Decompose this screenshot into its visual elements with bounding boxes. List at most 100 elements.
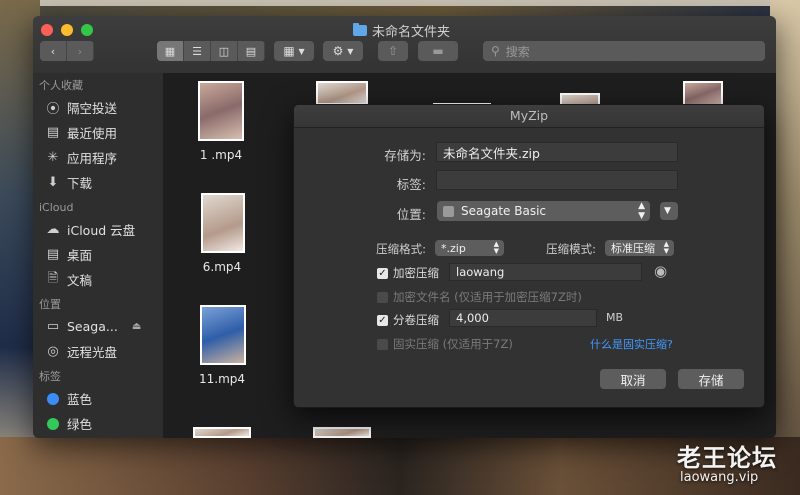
tags-label: 标签: — [396, 177, 426, 192]
eject-icon[interactable]: ⏏ — [132, 321, 141, 332]
desktop-icon: ▤ — [46, 247, 60, 262]
share-button[interactable]: ⇧ — [378, 41, 408, 61]
forward-button[interactable]: › — [67, 41, 94, 61]
document-icon: 🗎 — [47, 270, 59, 286]
gallery-view-icon[interactable]: ▤ — [238, 41, 265, 61]
checkmark-icon: ✓ — [377, 314, 388, 326]
tag-button[interactable]: ▬ — [418, 41, 458, 61]
sidebar-item-label: iCloud 云盘 — [67, 223, 136, 238]
list-view-icon[interactable]: ☰ — [184, 41, 211, 61]
save-button[interactable]: 存储 — [678, 369, 744, 389]
stepper-arrows-icon: ▲ ▼ — [663, 240, 669, 255]
sidebar-item-airdrop[interactable]: ⦿ 隔空投送 — [33, 95, 163, 120]
format-label: 压缩格式: — [376, 242, 426, 256]
favorites-header: 个人收藏 — [39, 79, 83, 92]
sidebar-item-icloud-drive[interactable]: ☁ iCloud 云盘 — [33, 217, 163, 242]
file-thumbnail[interactable] — [193, 427, 251, 438]
sidebar-item-label: 最近使用 — [67, 126, 118, 141]
search-icon: ⚲ — [491, 44, 500, 58]
encrypt-names-label: 加密文件名 (仅适用于加密压缩7Z时) — [393, 290, 582, 304]
cancel-button[interactable]: 取消 — [600, 369, 666, 389]
disc-icon: ◎ — [47, 344, 59, 359]
format-value: *.zip — [441, 241, 466, 255]
back-button[interactable]: ‹ — [40, 41, 67, 61]
maximize-button[interactable] — [81, 24, 93, 36]
window-title-text: 未命名文件夹 — [372, 25, 451, 40]
sidebar-item-applications[interactable]: ✳ 应用程序 — [33, 145, 163, 170]
chevron-down-icon: ▼ — [347, 46, 354, 56]
recents-icon: ▤ — [46, 125, 60, 140]
solid-label: 固实压缩 (仅适用于7Z) — [393, 337, 513, 351]
sidebar-item-seagate[interactable]: ▭ Seaga... ⏏ — [33, 314, 163, 339]
checkmark-icon: ✓ — [377, 267, 388, 279]
search-placeholder: 搜索 — [505, 44, 530, 59]
gear-icon: ⚙ — [332, 44, 344, 58]
sidebar-item-documents[interactable]: 🗎 文稿 — [33, 267, 163, 292]
save-as-field[interactable]: 未命名文件夹.zip — [436, 142, 678, 162]
window-title: 未命名文件夹 — [353, 21, 450, 40]
password-field[interactable]: laowang — [449, 263, 642, 281]
action-button[interactable]: ⚙ ▼ — [323, 41, 363, 61]
file-thumbnail[interactable] — [198, 81, 244, 141]
cloud-icon: ☁ — [46, 222, 60, 237]
location-value: Seagate Basic — [461, 204, 546, 218]
share-icon: ⇧ — [387, 44, 399, 58]
sidebar-item-tag-green[interactable]: 绿色 — [33, 411, 163, 436]
sidebar-item-label: Seaga... — [67, 319, 118, 334]
column-view-icon[interactable]: ◫ — [211, 41, 238, 61]
tag-color-dot — [47, 417, 59, 430]
mode-label: 压缩模式: — [546, 242, 596, 256]
split-label: 分卷压缩 — [393, 313, 439, 327]
locations-header: 位置 — [39, 298, 61, 311]
eye-icon[interactable]: ◉ — [654, 262, 667, 280]
minimize-button[interactable] — [61, 24, 73, 36]
format-select[interactable]: *.zip ▲ ▼ — [435, 240, 504, 256]
split-checkbox[interactable]: ✓ 分卷压缩 — [377, 312, 439, 328]
location-label: 位置: — [396, 207, 426, 222]
file-thumbnail[interactable] — [316, 81, 368, 105]
mode-value: 标准压缩 — [611, 242, 655, 255]
sidebar-item-label: 隔空投送 — [67, 101, 118, 116]
encrypt-names-checkbox[interactable]: 加密文件名 (仅适用于加密压缩7Z时) — [377, 289, 582, 305]
file-thumbnail[interactable] — [201, 193, 245, 253]
grid-icon: ▦ — [283, 44, 295, 58]
stepper-arrows-icon: ▲ ▼ — [493, 240, 499, 255]
sidebar-item-remote-disc[interactable]: ◎ 远程光盘 — [33, 339, 163, 364]
applications-icon: ✳ — [47, 150, 59, 165]
encrypt-checkbox[interactable]: ✓ 加密压缩 — [377, 265, 439, 281]
chevron-down-icon: ▼ — [298, 46, 305, 56]
myzip-dialog: MyZip 存储为: 未命名文件夹.zip 标签: 位置: Seagate Ba… — [293, 104, 765, 408]
sidebar-item-desktop[interactable]: ▤ 桌面 — [33, 242, 163, 267]
sidebar-item-label: 下载 — [67, 176, 93, 191]
close-button[interactable] — [41, 24, 53, 36]
split-size-field[interactable]: 4,000 — [449, 309, 597, 327]
split-unit: MB — [606, 311, 624, 324]
sidebar-item-label: 桌面 — [67, 248, 93, 263]
stepper-arrows-icon: ▲ ▼ — [638, 201, 645, 221]
airdrop-icon: ⦿ — [46, 102, 60, 117]
search-field[interactable]: ⚲ 搜索 — [483, 41, 765, 61]
expand-button[interactable]: ▼ — [660, 202, 678, 220]
drive-icon — [443, 205, 454, 217]
save-as-label: 存储为: — [384, 148, 426, 163]
icon-view-icon[interactable]: ▦ — [157, 41, 184, 61]
file-name[interactable]: 11.mp4 — [182, 372, 262, 386]
view-switcher: ▦ ☰ ◫ ▤ — [157, 41, 265, 61]
folder-icon — [353, 23, 367, 36]
solid-checkbox[interactable]: 固实压缩 (仅适用于7Z) — [377, 336, 513, 352]
file-name[interactable]: 1 .mp4 — [181, 148, 261, 162]
tags-field[interactable] — [436, 170, 678, 190]
location-select[interactable]: Seagate Basic ▲ ▼ — [437, 201, 650, 221]
sidebar-item-tag-blue[interactable]: 蓝色 — [33, 386, 163, 411]
sidebar-item-label: 应用程序 — [67, 151, 118, 166]
file-thumbnail[interactable] — [200, 305, 246, 365]
group-button[interactable]: ▦ ▼ — [274, 41, 314, 61]
mode-select[interactable]: 标准压缩 ▲ ▼ — [605, 240, 674, 256]
file-name[interactable]: 6.mp4 — [182, 260, 262, 274]
tag-color-dot — [47, 392, 59, 405]
solid-help-link[interactable]: 什么是固实压缩? — [590, 336, 673, 352]
file-thumbnail[interactable] — [313, 427, 371, 438]
encrypt-label: 加密压缩 — [393, 266, 439, 280]
sidebar-item-downloads[interactable]: ⬇ 下载 — [33, 170, 163, 195]
sidebar-item-recents[interactable]: ▤ 最近使用 — [33, 120, 163, 145]
